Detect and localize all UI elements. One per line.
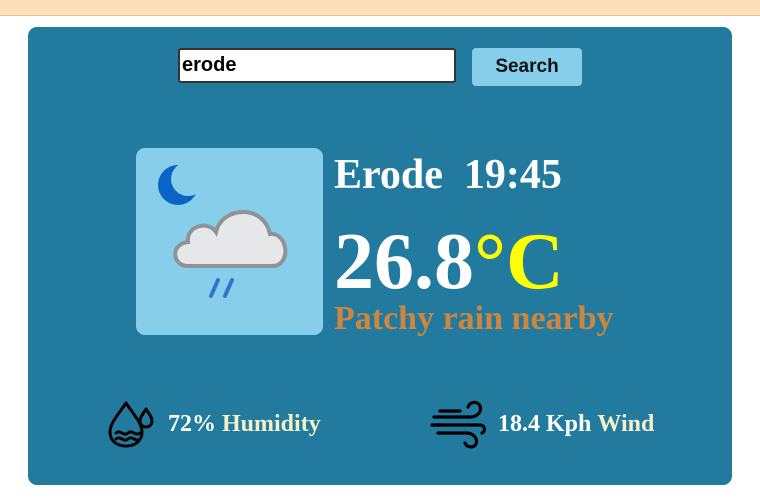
city-name: Erode [334,152,443,198]
humidity-stat: 72% Humidity [106,399,321,449]
search-input[interactable] [178,48,456,83]
wind-stat: 18.4 Kph Wind [430,399,654,449]
humidity-icon [108,401,154,448]
city-time-heading: Erode 19:45 [334,151,562,199]
weather-icon-box [136,148,323,335]
top-bar [0,0,760,16]
weather-card: Search Erode 19:45 26.8°C Patchy rain ne… [28,27,732,485]
temperature-unit: °C [474,218,564,306]
wind-label: Wind [597,410,655,437]
night-cloud-rain-icon [158,162,288,298]
humidity-label: Humidity [222,410,321,437]
temperature-value: 26.8 [334,218,474,306]
humidity-value: 72% [168,410,216,437]
search-button[interactable]: Search [472,48,582,86]
weather-condition: Patchy rain nearby [334,300,614,337]
local-time: 19:45 [463,152,562,198]
temperature-display: 26.8°C [334,217,564,307]
wind-icon [430,400,487,449]
wind-value: 18.4 Kph [498,410,592,437]
